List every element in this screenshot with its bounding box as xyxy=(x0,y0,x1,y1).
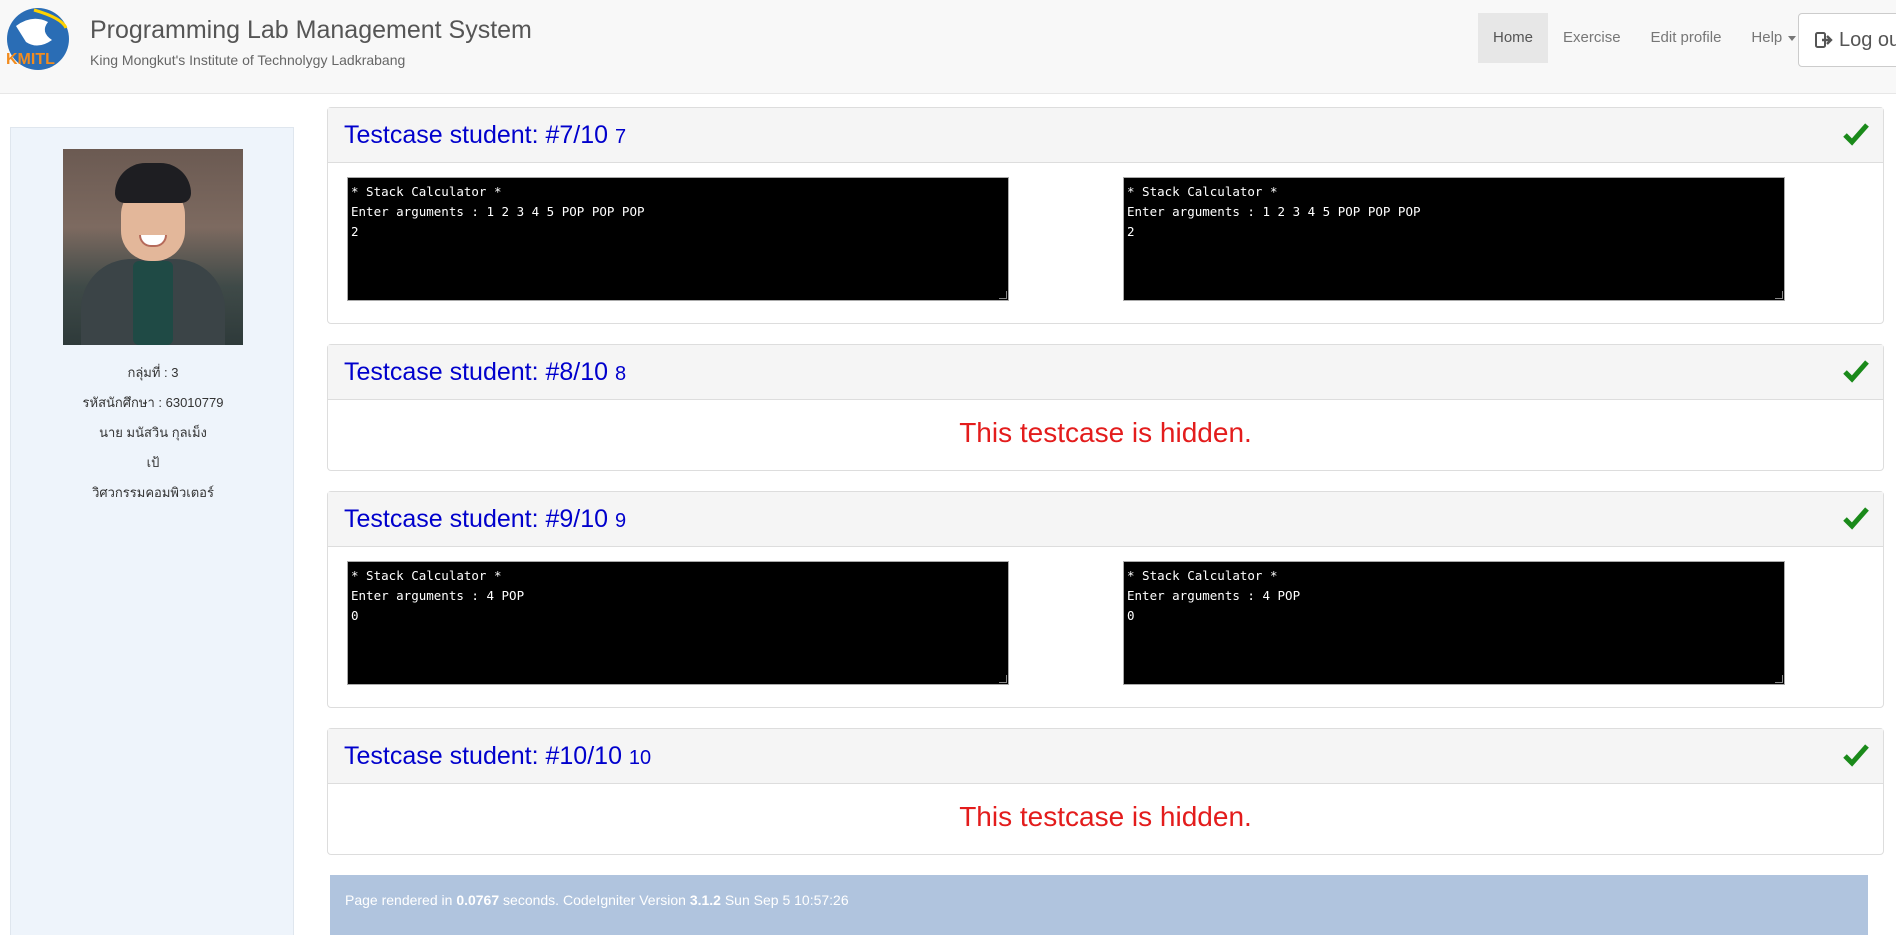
check-icon xyxy=(1843,507,1869,530)
resize-grip-icon[interactable] xyxy=(1775,675,1783,683)
student-profile-sidebar: กลุ่มที่ : 3 รหัสนักศึกษา : 63010779 นาย… xyxy=(10,127,294,935)
student-nickname: เป้ xyxy=(146,455,160,470)
render-seconds: 0.0767 xyxy=(456,892,500,908)
hidden-testcase-message: This testcase is hidden. xyxy=(959,801,1252,832)
top-navbar: KMITL Programming Lab Management System … xyxy=(0,0,1896,94)
nav-help-label: Help xyxy=(1751,29,1783,46)
codeigniter-version: 3.1.2 xyxy=(689,892,721,908)
logout-icon xyxy=(1815,32,1833,48)
testcase-title: Testcase student: #7/10 7 xyxy=(344,121,627,149)
expected-output-textarea[interactable]: * Stack Calculator * Enter arguments : 4… xyxy=(347,561,1009,685)
testcase-title: Testcase student: #8/10 8 xyxy=(344,358,627,386)
caret-down-icon xyxy=(1788,35,1797,41)
nav-exercise[interactable]: Exercise xyxy=(1548,13,1636,63)
student-output-textarea[interactable]: * Stack Calculator * Enter arguments : 1… xyxy=(1123,177,1785,301)
kmitl-logo[interactable]: KMITL xyxy=(4,6,72,72)
student-id: รหัสนักศึกษา : 63010779 xyxy=(82,395,224,410)
main-nav: Home Exercise Edit profile Help xyxy=(1478,13,1811,63)
app-subtitle: King Mongkut's Institute of Technolygy L… xyxy=(90,52,406,68)
student-group: กลุ่มที่ : 3 xyxy=(127,365,179,380)
testcase-title: Testcase student: #10/10 10 xyxy=(344,742,652,770)
testcase-panel: Testcase student: #9/10 9 * Stack Calcul… xyxy=(327,491,1884,708)
page-footer: Page rendered in 0.0767 seconds. CodeIgn… xyxy=(330,875,1868,935)
nav-home[interactable]: Home xyxy=(1478,13,1549,63)
nav-edit-profile[interactable]: Edit profile xyxy=(1636,13,1737,63)
student-avatar xyxy=(63,149,243,345)
check-icon xyxy=(1843,360,1869,383)
student-output-textarea[interactable]: * Stack Calculator * Enter arguments : 4… xyxy=(1123,561,1785,685)
check-icon xyxy=(1843,744,1869,767)
testcase-panel: Testcase student: #8/10 8 This testcase … xyxy=(327,344,1884,471)
hidden-testcase-message: This testcase is hidden. xyxy=(959,417,1252,448)
testcase-panel: Testcase student: #7/10 7 * Stack Calcul… xyxy=(327,107,1884,324)
resize-grip-icon[interactable] xyxy=(999,675,1007,683)
resize-grip-icon[interactable] xyxy=(1775,291,1783,299)
resize-grip-icon[interactable] xyxy=(999,291,1007,299)
testcase-title: Testcase student: #9/10 9 xyxy=(344,505,627,533)
student-faculty: วิศวกรรมคอมพิวเตอร์ xyxy=(92,485,214,500)
logo-text: KMITL xyxy=(6,51,55,68)
logout-label: Log out xyxy=(1839,28,1896,51)
app-title[interactable]: Programming Lab Management System xyxy=(90,16,532,45)
check-icon xyxy=(1843,123,1869,146)
expected-output-textarea[interactable]: * Stack Calculator * Enter arguments : 1… xyxy=(347,177,1009,301)
logout-button[interactable]: Log out xyxy=(1798,13,1896,67)
testcase-panel: Testcase student: #10/10 10 This testcas… xyxy=(327,728,1884,855)
student-name: นาย มนัสวิน กุลเม็ง xyxy=(99,425,207,440)
